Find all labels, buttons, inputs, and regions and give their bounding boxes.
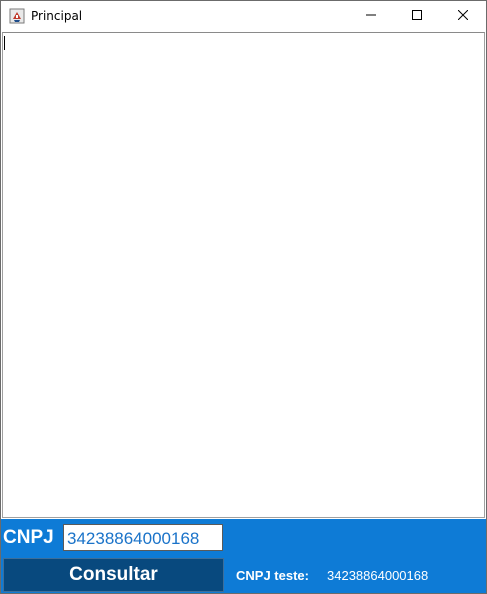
consultar-button[interactable]: Consultar: [3, 558, 224, 592]
result-text-area[interactable]: [2, 32, 485, 518]
cnpj-teste-label: CNPJ teste:: [236, 568, 309, 583]
close-button[interactable]: [440, 1, 486, 31]
window-title: Principal: [31, 9, 83, 23]
main-window: Principal CNPJ Consultar CNPJ tes: [0, 0, 487, 594]
maximize-icon: [412, 7, 422, 25]
query-panel: CNPJ Consultar CNPJ teste: 3423886400016…: [1, 519, 486, 593]
maximize-button[interactable]: [394, 1, 440, 31]
title-bar[interactable]: Principal: [1, 1, 486, 31]
cnpj-input[interactable]: [63, 524, 223, 551]
minimize-button[interactable]: [348, 1, 394, 31]
java-coffee-icon: [9, 8, 25, 24]
text-caret: [4, 36, 5, 50]
cnpj-label: CNPJ: [3, 527, 54, 548]
cnpj-teste-value: 34238864000168: [327, 568, 429, 583]
close-icon: [457, 7, 469, 25]
minimize-icon: [366, 7, 376, 25]
